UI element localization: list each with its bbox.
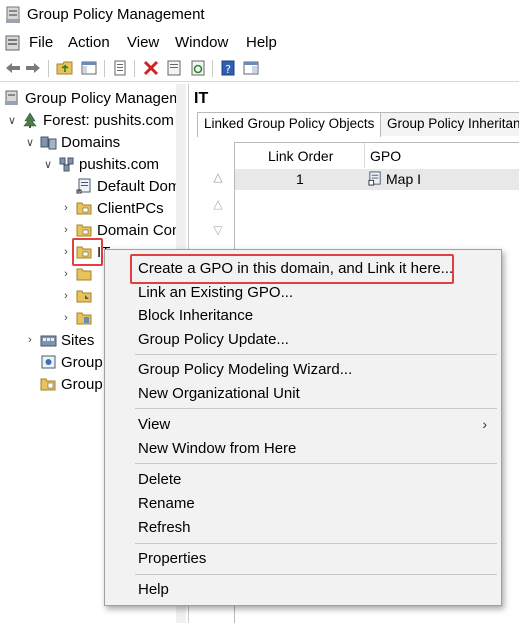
tree-item-gp-results[interactable]: Group: [40, 373, 103, 395]
forward-arrow-icon[interactable]: [24, 59, 42, 77]
tab-strip: Linked Group Policy Objects Group Policy…: [197, 112, 519, 137]
expand-chevron-icon[interactable]: ›: [60, 290, 72, 302]
collapse-chevron-icon[interactable]: ∨: [24, 136, 36, 149]
expand-chevron-icon[interactable]: ›: [24, 334, 36, 346]
tree-item-ou-hidden-2[interactable]: ›: [60, 285, 97, 307]
cell-link-order: 1: [296, 171, 304, 187]
column-link-order[interactable]: Link Order: [268, 143, 333, 168]
delete-icon[interactable]: [142, 59, 160, 77]
menu-window[interactable]: Window: [175, 34, 228, 51]
it-ou-highlight: [72, 238, 103, 266]
menu-help[interactable]: Help: [246, 34, 277, 51]
move-down-icon[interactable]: ▽: [211, 223, 225, 237]
gpo-link-icon: [76, 178, 93, 194]
tree-forest-label: Forest: pushits.com: [43, 111, 174, 129]
menu-modeling-wizard[interactable]: Group Policy Modeling Wizard...: [138, 361, 352, 378]
help-icon[interactable]: ?: [219, 59, 237, 77]
window-title: Group Policy Management: [27, 6, 205, 23]
wmi-folder-icon: [76, 310, 93, 326]
tree-domain-controllers-label: Domain Con: [97, 221, 181, 239]
menu-file[interactable]: File: [29, 34, 53, 51]
menu-properties[interactable]: Properties: [138, 550, 206, 567]
menu-bar: File Action View Window Help: [0, 30, 519, 56]
show-pane-icon[interactable]: [242, 59, 260, 77]
tree-gp-modeling-label: Group: [61, 353, 103, 371]
collapse-chevron-icon[interactable]: ∨: [42, 158, 54, 171]
menu-block-inheritance[interactable]: Block Inheritance: [138, 307, 253, 324]
gpmc-app-icon: [6, 6, 20, 23]
tree-item-gp-modeling[interactable]: Group: [40, 351, 103, 373]
menu-refresh[interactable]: Refresh: [138, 519, 191, 536]
tree-clientpcs-label: ClientPCs: [97, 199, 164, 217]
expand-chevron-icon[interactable]: ›: [60, 202, 72, 214]
domain-icon: [58, 156, 75, 172]
menu-new-ou[interactable]: New Organizational Unit: [138, 385, 300, 402]
tree-root-label: Group Policy Manageme: [25, 89, 186, 107]
gpo-folder-icon: [76, 288, 93, 304]
gp-results-icon: [40, 376, 57, 392]
up-folder-icon[interactable]: [56, 59, 74, 77]
system-menu-icon[interactable]: [4, 34, 22, 52]
export-list-icon[interactable]: [111, 59, 129, 77]
svg-text:?: ?: [225, 63, 231, 76]
ou-folder-icon: [76, 266, 93, 282]
tree-default-policy-label: Default Dom: [97, 177, 181, 195]
menu-delete[interactable]: Delete: [138, 471, 181, 488]
menu-rename[interactable]: Rename: [138, 495, 195, 512]
column-gpo[interactable]: GPO: [370, 143, 401, 168]
table-row[interactable]: 1 Map I: [235, 169, 519, 190]
tab-gp-inheritance[interactable]: Group Policy Inheritanc: [380, 112, 519, 136]
move-top-icon[interactable]: △: [211, 170, 225, 184]
context-menu: Create a GPO in this domain, and Link it…: [104, 249, 502, 606]
tree-item-ou-hidden-3[interactable]: ›: [60, 307, 97, 329]
properties-icon[interactable]: [165, 59, 183, 77]
create-gpo-highlight: [130, 254, 454, 284]
toolbar: ?: [0, 56, 519, 82]
ou-folder-icon: [76, 200, 93, 216]
show-hide-tree-icon[interactable]: [80, 59, 98, 77]
menu-help[interactable]: Help: [138, 581, 169, 598]
cell-gpo-name: Map I: [386, 171, 422, 187]
menu-view[interactable]: View: [127, 34, 159, 51]
expand-chevron-icon[interactable]: ›: [60, 268, 72, 280]
tree-item-forest[interactable]: ∨ Forest: pushits.com: [6, 109, 174, 131]
ou-title: IT: [194, 90, 209, 107]
tree-item-clientpcs[interactable]: › ClientPCs: [60, 197, 164, 219]
menu-view[interactable]: View: [138, 416, 170, 433]
tree-item-ou-hidden-1[interactable]: ›: [60, 263, 97, 285]
tree-item-domain[interactable]: ∨ pushits.com: [42, 153, 159, 175]
tree-item-domains[interactable]: ∨ Domains: [24, 131, 120, 153]
gp-modeling-icon: [40, 354, 57, 370]
tree-item-sites[interactable]: › Sites: [24, 329, 94, 351]
tree-item-default-policy[interactable]: Default Dom: [76, 175, 180, 197]
expand-chevron-icon[interactable]: ›: [60, 246, 72, 258]
menu-new-window[interactable]: New Window from Here: [138, 440, 296, 457]
tree-domain-label: pushits.com: [79, 155, 160, 173]
forest-tree-icon: [22, 112, 39, 128]
sites-icon: [40, 332, 57, 348]
ou-folder-icon: [76, 222, 93, 238]
domains-icon: [40, 134, 57, 150]
menu-link-existing-gpo[interactable]: Link an Existing GPO...: [138, 284, 293, 301]
expand-chevron-icon[interactable]: ›: [60, 224, 72, 236]
expand-chevron-icon[interactable]: ›: [60, 312, 72, 324]
collapse-chevron-icon[interactable]: ∨: [6, 114, 18, 127]
tree-gp-results-label: Group: [61, 375, 103, 393]
menu-gp-update[interactable]: Group Policy Update...: [138, 331, 289, 348]
tab-linked-gpos[interactable]: Linked Group Policy Objects: [197, 112, 382, 137]
tree-sites-label: Sites: [61, 331, 95, 349]
tree-root[interactable]: Group Policy Manageme: [4, 87, 186, 109]
gpo-script-icon: [368, 171, 383, 189]
submenu-arrow-icon: ›: [482, 416, 487, 432]
gpmc-icon: [4, 90, 21, 106]
move-up-icon[interactable]: △: [211, 197, 225, 211]
menu-action[interactable]: Action: [68, 34, 110, 51]
title-bar: Group Policy Management: [0, 0, 519, 30]
back-arrow-icon[interactable]: [4, 59, 22, 77]
tree-domains-label: Domains: [61, 133, 121, 151]
refresh-icon[interactable]: [189, 59, 207, 77]
